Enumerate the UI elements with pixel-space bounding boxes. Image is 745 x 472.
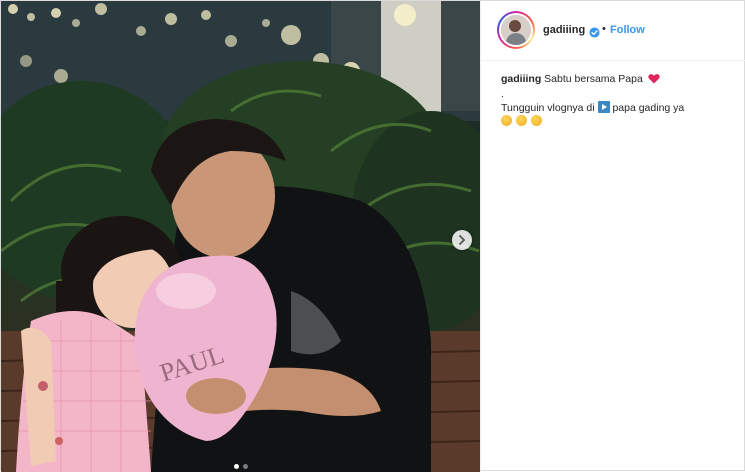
- post-caption: gadiiing Sabtu bersama Papa . Tungguin v…: [501, 73, 737, 128]
- flushed-face-emoji-icon: [530, 115, 542, 126]
- carousel-dot: [242, 464, 248, 469]
- caption-line-2: .: [501, 88, 504, 100]
- username-link[interactable]: gadiiing: [543, 24, 585, 36]
- flushed-face-emoji-icon: [515, 115, 527, 126]
- avatar: [501, 15, 531, 45]
- play-button-icon: [597, 101, 610, 113]
- caption-text-3b: papa gading ya: [612, 102, 685, 114]
- caption-line-3: Tungguin vlognya di papa gading ya: [501, 101, 737, 115]
- story-ring[interactable]: [497, 11, 535, 49]
- caption-line-4: [501, 115, 737, 128]
- instagram-post-embed: PAUL gadiiing • Follow gadiiing Sabtu be…: [0, 0, 745, 472]
- post-photo[interactable]: PAUL: [1, 1, 480, 472]
- caption-username-link[interactable]: gadiiing: [501, 73, 541, 85]
- caption-line-1: gadiiing Sabtu bersama Papa: [501, 73, 737, 88]
- carousel-indicator: [1, 464, 480, 469]
- follow-button[interactable]: Follow: [610, 24, 645, 36]
- post-side-panel: gadiiing • Follow gadiiing Sabtu bersama…: [480, 1, 745, 472]
- post-header: gadiiing • Follow: [481, 1, 745, 61]
- carousel-next-button[interactable]: [452, 230, 472, 250]
- chevron-right-icon: [459, 235, 465, 245]
- separator-dot: •: [602, 23, 606, 35]
- verified-badge-icon: [589, 25, 600, 43]
- caption-text-1: Sabtu bersama Papa: [544, 73, 643, 85]
- photo-image: PAUL: [1, 1, 480, 472]
- carousel-dot-active: [233, 464, 239, 469]
- caption-text-3a: Tungguin vlognya di: [501, 102, 595, 114]
- avatar-image: [501, 15, 531, 45]
- flushed-face-emoji-icon: [501, 115, 512, 126]
- red-heart-icon: [648, 73, 660, 88]
